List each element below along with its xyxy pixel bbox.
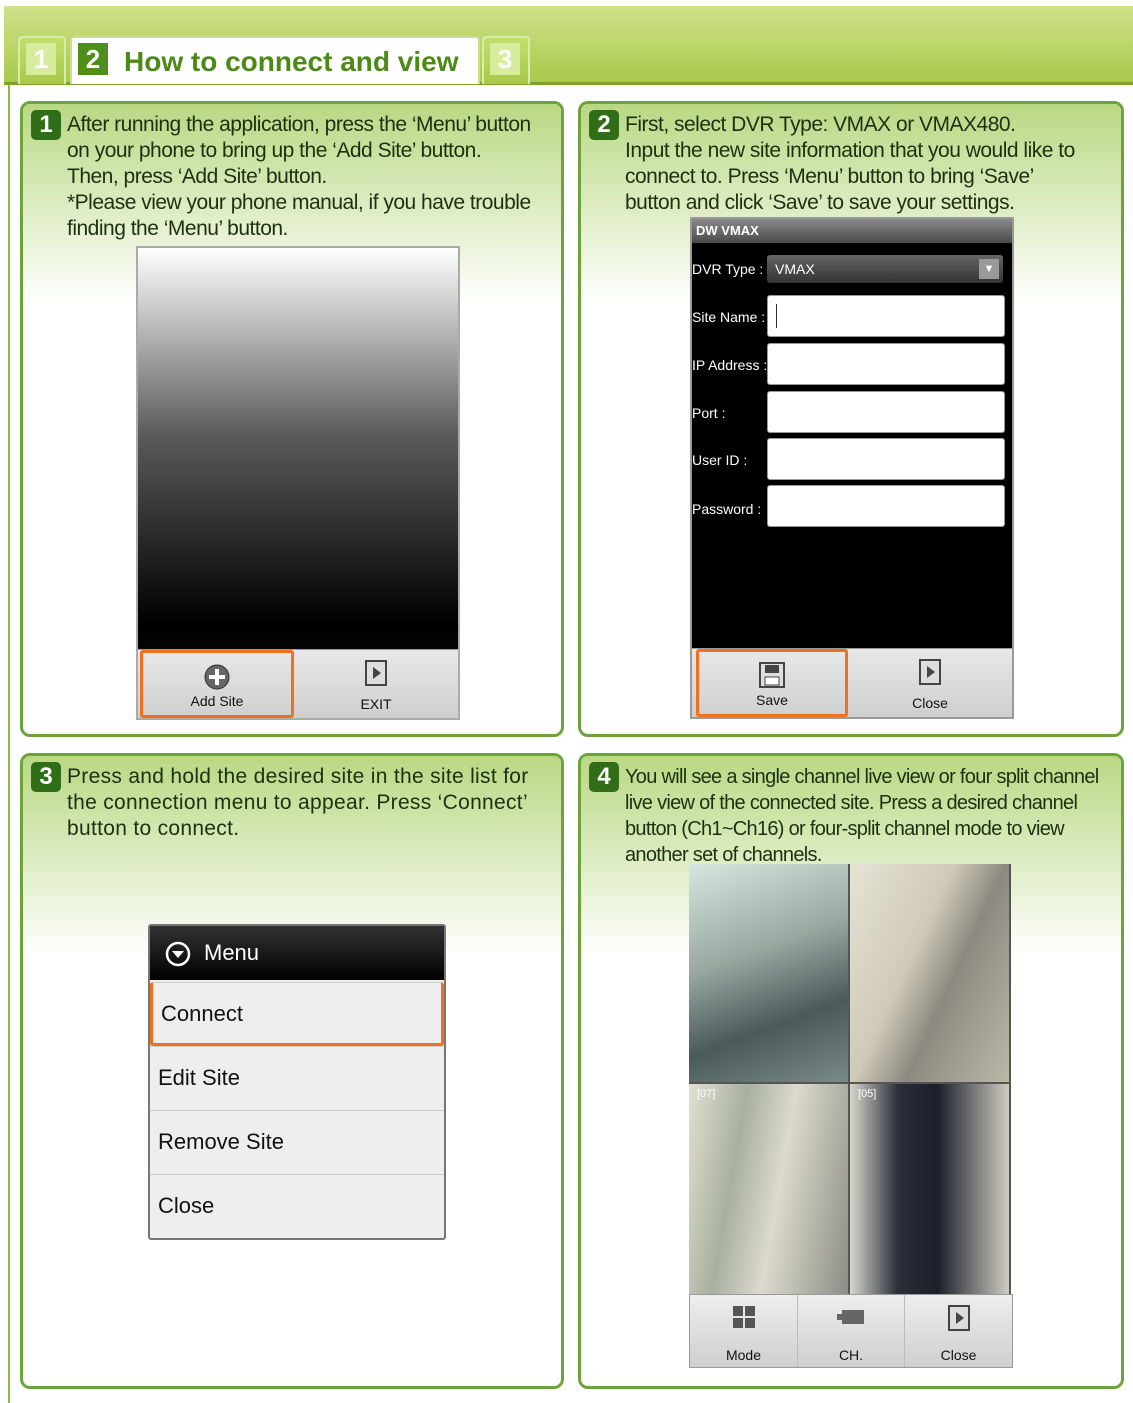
menu-item-edit-site[interactable]: Edit Site bbox=[150, 1046, 444, 1111]
save-icon bbox=[759, 662, 785, 688]
step-2-panel: 2 First, select DVR Type: VMAX or VMAX48… bbox=[578, 101, 1124, 737]
mode-label: Mode bbox=[725, 1347, 762, 1363]
user-id-label: User ID : bbox=[692, 452, 748, 468]
close-icon bbox=[948, 1305, 970, 1331]
camera-feed-1[interactable] bbox=[689, 864, 848, 1082]
close-label: Close bbox=[912, 695, 948, 711]
menu-item-label: Connect bbox=[161, 1001, 243, 1026]
phone-screen: Add Site EXIT bbox=[136, 246, 460, 720]
chevron-down-icon: ▼ bbox=[979, 259, 999, 279]
step-badge: 3 bbox=[31, 762, 61, 792]
tab-step-1[interactable]: 1 bbox=[18, 36, 66, 84]
ip-address-label: IP Address : bbox=[692, 357, 768, 373]
port-label: Port : bbox=[692, 405, 726, 421]
dvr-type-select[interactable]: VMAX ▼ bbox=[767, 255, 1003, 283]
camera-feed-2[interactable] bbox=[850, 864, 1009, 1082]
step-badge: 1 bbox=[31, 110, 61, 140]
context-menu: Menu Connect Edit Site Remove Site Close bbox=[148, 924, 446, 1240]
tab-number: 1 bbox=[26, 43, 56, 75]
save-button[interactable]: Save bbox=[696, 649, 848, 717]
port-input[interactable] bbox=[767, 391, 1005, 433]
step-3-panel: 3 Press and hold the desired site in the… bbox=[20, 753, 564, 1389]
site-name-label: Site Name : bbox=[692, 309, 766, 325]
step-badge: 2 bbox=[589, 110, 619, 140]
chevron-down-circle-icon bbox=[165, 941, 191, 967]
menu-header: Menu bbox=[150, 926, 444, 980]
password-label: Password : bbox=[692, 501, 762, 517]
grid-icon bbox=[733, 1306, 755, 1328]
site-form-screen: DW VMAX DVR Type : VMAX ▼ Site Name : IP… bbox=[690, 217, 1014, 719]
page-title: How to connect and view bbox=[124, 46, 459, 77]
menu-item-label: Close bbox=[158, 1193, 215, 1218]
step-4-text: You will see a single channel live view … bbox=[625, 766, 1099, 866]
soft-menu-bar: Add Site EXIT bbox=[138, 649, 458, 718]
password-input[interactable] bbox=[767, 485, 1005, 527]
app-title: DW VMAX bbox=[692, 219, 1012, 243]
dvr-type-value: VMAX bbox=[775, 261, 815, 277]
step-1-panel: 1 After running the application, press t… bbox=[20, 101, 564, 737]
soft-menu-bar: Save Close bbox=[692, 648, 1012, 717]
add-circle-icon bbox=[204, 664, 230, 690]
close-button[interactable]: Close bbox=[905, 1295, 1012, 1367]
step-badge: 4 bbox=[589, 762, 619, 792]
step-2-text: First, select DVR Type: VMAX or VMAX480.… bbox=[625, 113, 1075, 214]
mode-button[interactable]: Mode bbox=[690, 1295, 798, 1367]
menu-title: Menu bbox=[204, 940, 260, 965]
camera-feed-3[interactable]: [07] bbox=[689, 1084, 848, 1302]
text-cursor bbox=[776, 304, 777, 328]
step-3-text: Press and hold the desired site in the s… bbox=[67, 765, 529, 840]
menu-item-label: Edit Site bbox=[158, 1065, 240, 1090]
channel-button[interactable]: CH. bbox=[798, 1295, 905, 1367]
channel-tag: [05] bbox=[858, 1088, 877, 1100]
channel-label: CH. bbox=[838, 1347, 864, 1363]
camera-feed-4[interactable]: [05] bbox=[850, 1084, 1009, 1302]
add-site-label: Add Site bbox=[190, 693, 244, 709]
step-4-panel: 4 You will see a single channel live vie… bbox=[578, 753, 1124, 1389]
camera-quad-view[interactable]: [07] [05] bbox=[689, 864, 1011, 1364]
tab-number: 2 bbox=[78, 43, 108, 75]
save-label: Save bbox=[756, 692, 788, 708]
add-site-button[interactable]: Add Site bbox=[140, 650, 294, 718]
close-label: Close bbox=[940, 1347, 977, 1363]
menu-item-close[interactable]: Close bbox=[150, 1174, 444, 1239]
camera-toolbar: Mode CH. Close bbox=[689, 1294, 1013, 1368]
menu-item-connect[interactable]: Connect bbox=[150, 982, 444, 1046]
dvr-type-label: DVR Type : bbox=[692, 261, 764, 277]
tab-number: 3 bbox=[490, 43, 520, 75]
exit-label: EXIT bbox=[360, 696, 392, 712]
site-name-input[interactable] bbox=[767, 295, 1005, 337]
menu-item-remove-site[interactable]: Remove Site bbox=[150, 1110, 444, 1175]
channel-tag: [07] bbox=[697, 1088, 716, 1100]
close-button[interactable]: Close bbox=[852, 649, 1008, 717]
menu-item-label: Remove Site bbox=[158, 1129, 284, 1154]
exit-icon bbox=[365, 660, 387, 686]
close-icon bbox=[919, 659, 941, 685]
tab-step-3[interactable]: 3 bbox=[482, 36, 530, 84]
step-1-text: After running the application, press the… bbox=[67, 113, 531, 240]
user-id-input[interactable] bbox=[767, 438, 1005, 480]
tab-step-2[interactable]: 2 How to connect and view bbox=[70, 36, 480, 84]
exit-button[interactable]: EXIT bbox=[298, 650, 454, 718]
camera-icon bbox=[837, 1310, 864, 1324]
header-bar: 1 2 How to connect and view 3 bbox=[4, 6, 1133, 85]
ip-address-input[interactable] bbox=[767, 343, 1005, 385]
